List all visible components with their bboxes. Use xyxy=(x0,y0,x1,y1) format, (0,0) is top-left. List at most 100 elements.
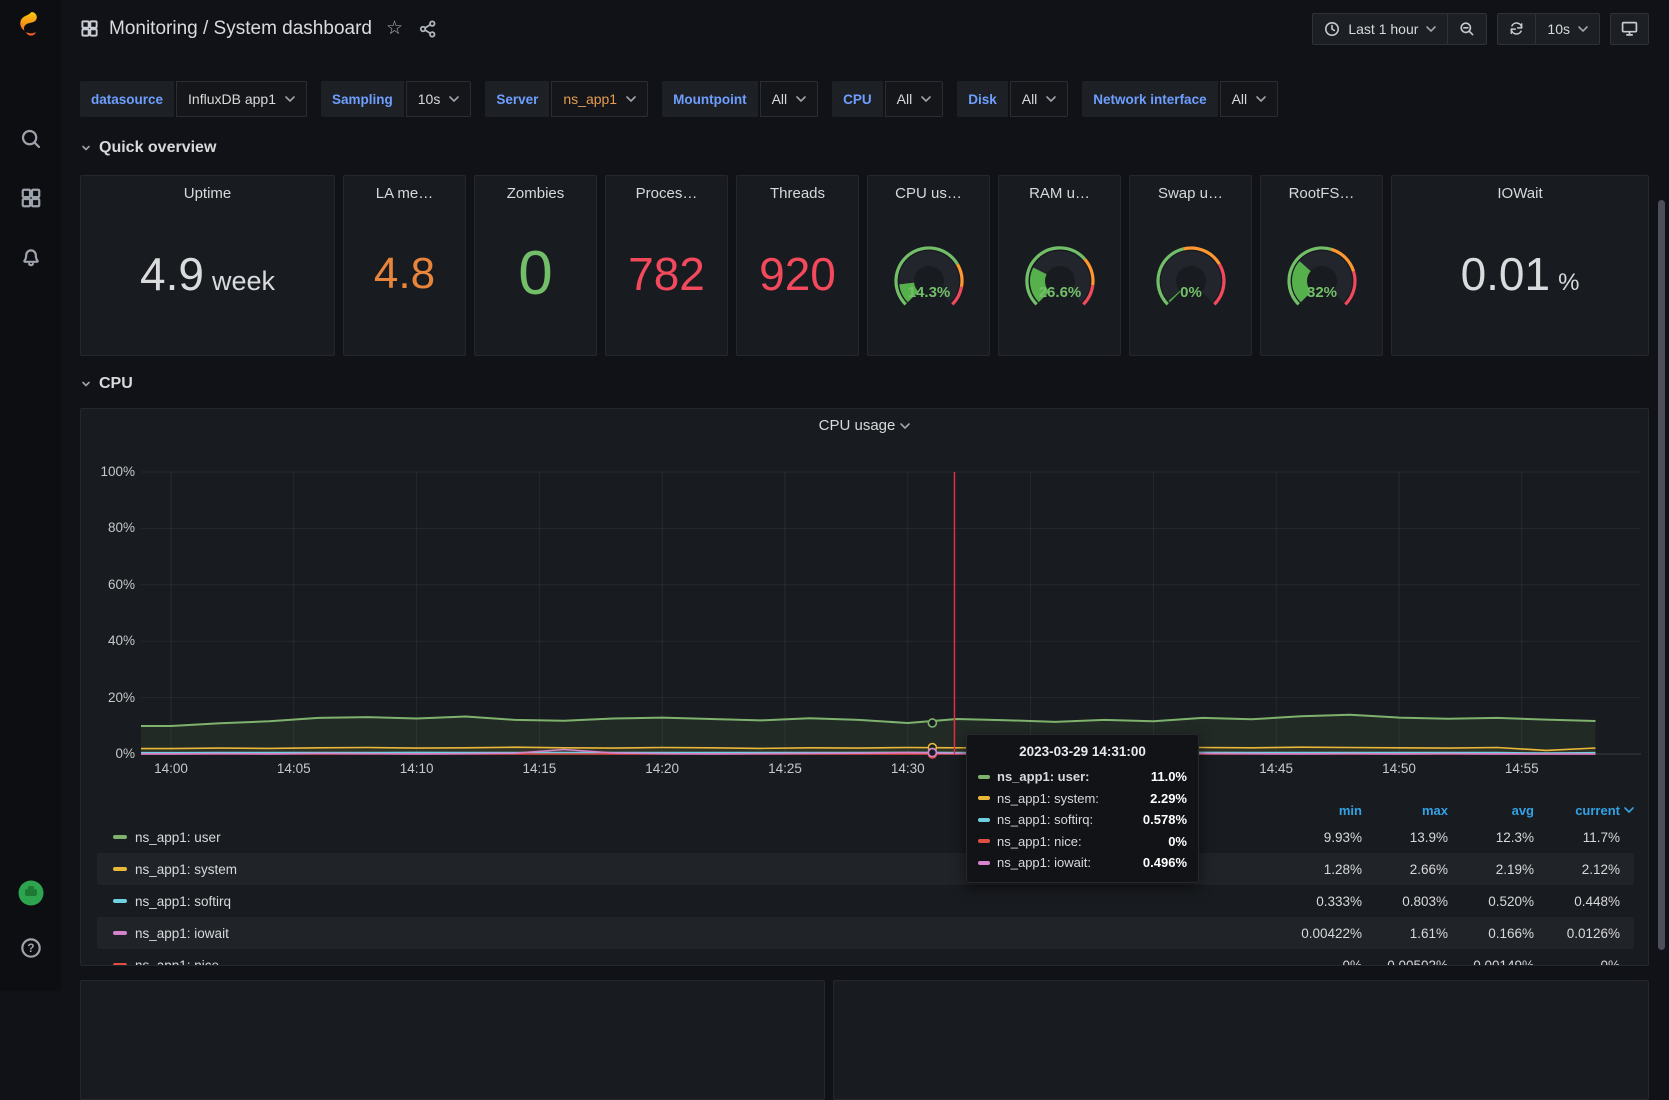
search-icon[interactable] xyxy=(20,128,42,150)
page-title[interactable]: Monitoring / System dashboard xyxy=(109,18,372,40)
legend-series-name[interactable]: ns_app1: system xyxy=(135,862,237,877)
legend-column-min[interactable]: min xyxy=(1276,803,1362,818)
legend-value-max: 1.61% xyxy=(1362,926,1448,941)
y-tick-label: 100% xyxy=(83,463,135,481)
tooltip-row-ns-app1-softirq: ns_app1: softirq:0.578% xyxy=(978,809,1187,831)
stat-value: 0.01 xyxy=(1461,251,1551,297)
stat-panel-title[interactable]: Uptime xyxy=(184,185,232,202)
refresh-interval-picker[interactable]: 10s xyxy=(1535,14,1599,44)
chevron-down-icon xyxy=(1426,26,1436,32)
legend-series-name[interactable]: ns_app1: softirq xyxy=(135,894,231,909)
y-tick-label: 40% xyxy=(83,632,135,650)
sidebar: ? xyxy=(0,0,61,991)
legend-row-ns-app1-user: ns_app1: user9.93%13.9%12.3%11.7% xyxy=(97,821,1634,853)
legend-column-max[interactable]: max xyxy=(1362,803,1448,818)
stat-panel-la-me: LA me…4.8 xyxy=(343,175,466,356)
legend-value-min: 0.00422% xyxy=(1276,926,1362,941)
x-tick-label: 14:05 xyxy=(271,760,317,778)
gauge-value: 26.6% xyxy=(1038,284,1081,301)
section-cpu[interactable]: CPU xyxy=(80,375,1649,393)
legend-column-avg[interactable]: avg xyxy=(1448,803,1534,818)
dashboard-grid-icon[interactable] xyxy=(80,19,99,38)
stat-panel-body: 4.8 xyxy=(344,202,465,355)
stat-panel-title[interactable]: RootFS… xyxy=(1289,185,1355,202)
bottom-panel-left xyxy=(80,980,825,1100)
stat-panel-body: 0% xyxy=(1130,202,1251,355)
grafana-dashboard: { "header": { "breadcrumb": "Monitoring … xyxy=(0,0,1669,991)
page-scrollbar-thumb[interactable] xyxy=(1658,200,1665,950)
legend-value-avg: 0.00149% xyxy=(1448,958,1534,967)
stat-value-wrap: 920 xyxy=(759,251,836,297)
y-tick-label: 60% xyxy=(83,576,135,594)
star-icon[interactable]: ☆ xyxy=(386,17,403,40)
legend-series-name[interactable]: ns_app1: nice xyxy=(135,958,219,967)
variable-value-server[interactable]: ns_app1 xyxy=(551,81,648,117)
gauge-value: 14.3% xyxy=(907,284,950,301)
zoom-out-button[interactable] xyxy=(1447,14,1486,44)
variable-value-network-interface[interactable]: All xyxy=(1220,81,1279,117)
stat-panel-proces: Proces…782 xyxy=(605,175,728,356)
legend-sort-chevron[interactable] xyxy=(1620,807,1634,813)
grafana-logo[interactable] xyxy=(14,9,48,43)
refresh-button[interactable] xyxy=(1498,14,1535,44)
svg-text:?: ? xyxy=(27,942,34,955)
stat-panel-title[interactable]: RAM u… xyxy=(1029,185,1090,202)
help-icon[interactable]: ? xyxy=(20,937,42,959)
variable-value-disk[interactable]: All xyxy=(1010,81,1069,117)
legend-value-current: 0.0126% xyxy=(1534,926,1620,941)
legend-column-current[interactable]: current xyxy=(1534,803,1620,818)
stat-panel-title[interactable]: LA me… xyxy=(376,185,434,202)
legend-series-name[interactable]: ns_app1: iowait xyxy=(135,926,229,941)
variable-current-value: ns_app1 xyxy=(563,91,617,107)
tooltip-rows: ns_app1: user:11.0%ns_app1: system:2.29%… xyxy=(978,766,1187,874)
tooltip-series-swatch xyxy=(978,775,990,779)
cpu-usage-panel-title[interactable]: CPU usage xyxy=(81,417,1648,434)
variable-current-value: All xyxy=(1022,91,1038,107)
kiosk-mode-button[interactable] xyxy=(1610,13,1649,45)
section-quick-overview[interactable]: Quick overview xyxy=(80,139,1649,157)
y-tick-label: 0% xyxy=(83,745,135,763)
variable-sampling: Sampling10s xyxy=(321,81,471,117)
variable-value-cpu[interactable]: All xyxy=(885,81,944,117)
tooltip-series-value: 11.0% xyxy=(1151,769,1187,784)
stat-panel-title[interactable]: Proces… xyxy=(636,185,698,202)
stat-panel-title[interactable]: Zombies xyxy=(507,185,565,202)
tooltip-timestamp: 2023-03-29 14:31:00 xyxy=(978,744,1187,759)
chevron-down-icon xyxy=(921,96,931,102)
chevron-down-icon xyxy=(1046,96,1056,102)
variable-network-interface: Network interfaceAll xyxy=(1082,81,1278,117)
legend-value-current: 0.448% xyxy=(1534,894,1620,909)
zoom-out-icon xyxy=(1459,21,1475,37)
variable-label-disk: Disk xyxy=(957,81,1008,117)
stat-panel-title[interactable]: CPU us… xyxy=(895,185,962,202)
time-series-plot[interactable] xyxy=(141,472,1641,762)
variable-value-sampling[interactable]: 10s xyxy=(406,81,472,117)
legend-series-name[interactable]: ns_app1: user xyxy=(135,830,221,845)
stat-panel-title[interactable]: Swap u… xyxy=(1158,185,1223,202)
variable-label-datasource: datasource xyxy=(80,81,174,117)
variable-current-value: All xyxy=(1232,91,1248,107)
legend-series-swatch xyxy=(113,963,127,966)
legend-row-ns-app1-nice: ns_app1: nice0%0.00502%0.00149%0% xyxy=(97,949,1634,966)
chevron-down-icon xyxy=(1624,807,1634,813)
hover-point-marker xyxy=(928,719,936,727)
tooltip-series-label: ns_app1: iowait: xyxy=(997,855,1091,870)
variable-current-value: All xyxy=(772,91,788,107)
stat-panel-title[interactable]: Threads xyxy=(770,185,825,202)
tooltip-series-swatch xyxy=(978,818,990,822)
variable-server: Server ns_app1 xyxy=(485,81,648,117)
x-tick-label: 14:55 xyxy=(1499,760,1545,778)
time-range-picker[interactable]: Last 1 hour xyxy=(1313,14,1447,44)
gauge-value: 0% xyxy=(1180,284,1202,301)
bottom-row xyxy=(80,980,1649,1100)
cpu-usage-panel: CPU usage 0%20%40%60%80%100% 14:0014:051… xyxy=(80,408,1649,966)
stat-row: Uptime4.9weekLA me…4.8Zombies0Proces…782… xyxy=(80,175,1649,356)
stat-panel-title[interactable]: IOWait xyxy=(1497,185,1542,202)
variable-label-server: Server xyxy=(485,81,549,117)
share-icon[interactable] xyxy=(419,20,437,38)
variable-value-mountpoint[interactable]: All xyxy=(760,81,819,117)
variable-value-datasource[interactable]: InfluxDB app1 xyxy=(176,81,307,117)
user-avatar[interactable] xyxy=(16,878,46,908)
dashboards-icon[interactable] xyxy=(20,187,42,209)
alerting-bell-icon[interactable] xyxy=(20,246,42,268)
